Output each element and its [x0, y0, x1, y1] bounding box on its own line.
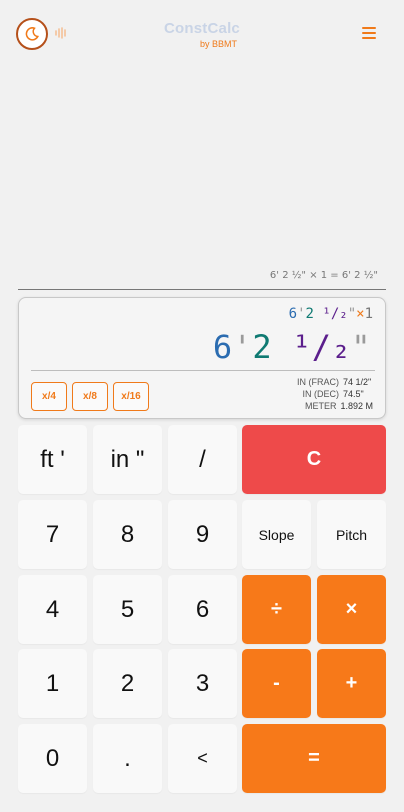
- precision-eighth-button[interactable]: x/8: [72, 382, 108, 411]
- digit-7-button[interactable]: 7: [18, 500, 87, 569]
- calculator-app: ConstCalc by BBMT 6' 2 ½" × 1 = 6' 2 ½" …: [0, 0, 404, 812]
- expr-operand: 1: [364, 306, 373, 322]
- conversion-row: IN (FRAC) 74 1/2": [297, 376, 373, 388]
- history-panel: 6' 2 ½" × 1 = 6' 2 ½": [18, 64, 386, 289]
- expr-feet: 6: [288, 306, 298, 322]
- pitch-button[interactable]: Pitch: [317, 500, 386, 569]
- conversions: IN (FRAC) 74 1/2" IN (DEC) 74.5" METER 1.89…: [297, 376, 373, 412]
- digit-3-button[interactable]: 3: [168, 649, 237, 718]
- digit-4-button[interactable]: 4: [18, 575, 87, 644]
- keypad: ft ' in " / C 7 8 9 Slope Pitch 4 5 6 ÷ …: [18, 425, 386, 793]
- digit-0-button[interactable]: 0: [18, 724, 87, 793]
- backspace-button[interactable]: <: [168, 724, 237, 793]
- app-subtitle: by BBMT: [200, 39, 238, 49]
- expr-feet-mark: ': [297, 306, 306, 322]
- conversion-label: METER: [304, 401, 337, 411]
- value-inches: 2: [252, 328, 273, 366]
- display-divider: [31, 370, 375, 371]
- app-title: ConstCalc: [164, 20, 240, 37]
- conversion-label: IN (DEC): [302, 389, 340, 399]
- digit-8-button[interactable]: 8: [93, 500, 162, 569]
- decimal-button[interactable]: .: [93, 724, 162, 793]
- app-title-wrap: ConstCalc: [0, 20, 404, 37]
- conversion-value: 1.892 M: [340, 401, 373, 411]
- conversion-row: IN (DEC) 74.5": [297, 388, 373, 400]
- value-fraction: ¹/₂: [291, 328, 352, 366]
- expr-inches: 2: [305, 306, 314, 322]
- precision-sixteenth-button[interactable]: x/16: [113, 382, 149, 411]
- conversion-label: IN (FRAC): [297, 377, 339, 387]
- expr-inch-mark: ": [347, 306, 357, 322]
- conversion-row: METER 1.892 M: [297, 400, 373, 412]
- digit-6-button[interactable]: 6: [168, 575, 237, 644]
- hamburger-menu-icon[interactable]: [362, 27, 376, 39]
- value-feet: 6: [212, 328, 233, 366]
- digit-5-button[interactable]: 5: [93, 575, 162, 644]
- expr-fraction: ¹/₂: [322, 306, 348, 322]
- feet-button[interactable]: ft ': [18, 425, 87, 494]
- history-entry: 6' 2 ½" × 1 = 6' 2 ½": [269, 270, 378, 281]
- header: ConstCalc by BBMT: [0, 0, 404, 64]
- value-feet-mark: ': [232, 328, 253, 366]
- equals-button[interactable]: =: [242, 724, 386, 793]
- digit-1-button[interactable]: 1: [18, 649, 87, 718]
- conversion-value: 74 1/2": [343, 377, 372, 387]
- expression-line: 6'2 ¹/₂"×1: [289, 306, 373, 322]
- slope-button[interactable]: Slope: [242, 500, 311, 569]
- value-inch-mark: ": [351, 328, 371, 366]
- minus-button[interactable]: -: [242, 649, 311, 718]
- conversion-value: 74.5": [343, 389, 364, 399]
- inch-button[interactable]: in ": [93, 425, 162, 494]
- divide-button[interactable]: ÷: [242, 575, 311, 644]
- fraction-slash-button[interactable]: /: [168, 425, 237, 494]
- plus-button[interactable]: +: [317, 649, 386, 718]
- calculator-display: 6'2 ¹/₂"×1 6'2 ¹/₂" x/4 x/8 x/16 IN (FRAC)…: [18, 297, 386, 419]
- fraction-precision-buttons: x/4 x/8 x/16: [31, 382, 154, 411]
- clear-button[interactable]: C: [242, 425, 386, 494]
- digit-2-button[interactable]: 2: [93, 649, 162, 718]
- precision-quarter-button[interactable]: x/4: [31, 382, 67, 411]
- multiply-button[interactable]: ×: [317, 575, 386, 644]
- history-divider: [18, 289, 386, 290]
- expr-operator: ×: [356, 306, 365, 322]
- main-value: 6'2 ¹/₂": [213, 328, 371, 366]
- digit-9-button[interactable]: 9: [168, 500, 237, 569]
